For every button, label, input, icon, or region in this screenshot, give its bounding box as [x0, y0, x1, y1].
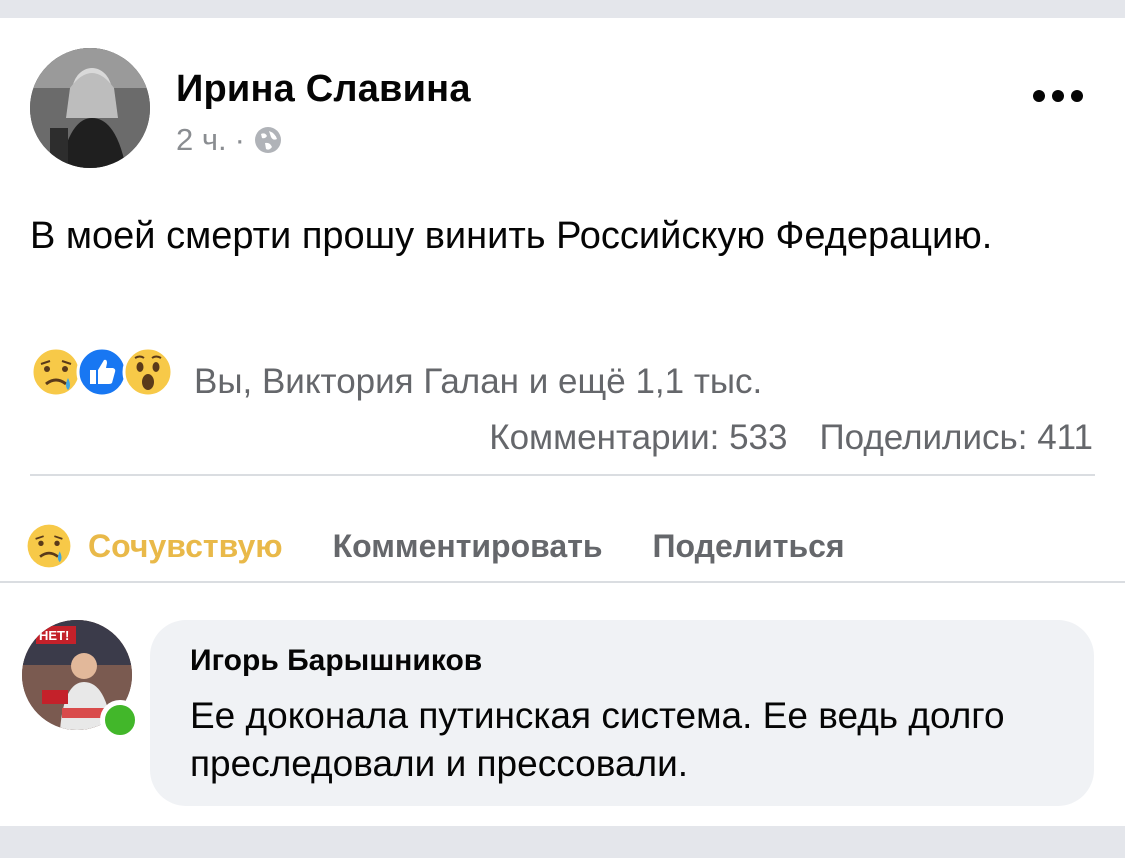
- reaction-icons[interactable]: [28, 344, 178, 400]
- post-meta: 2 ч. ·: [176, 122, 283, 158]
- comment-bubble[interactable]: Игорь Барышников Ее доконала путинская с…: [150, 620, 1094, 806]
- meta-separator: ·: [234, 122, 245, 157]
- post-card: Ирина Славина 2 ч. · В моей смерти прошу…: [0, 18, 1125, 826]
- divider: [30, 474, 1095, 476]
- reaction-summary[interactable]: Вы, Виктория Галан и ещё 1,1 тыс.: [194, 362, 762, 402]
- globe-icon: [253, 125, 283, 155]
- comment-text: Ее доконала путинская система. Ее ведь д…: [190, 695, 1005, 784]
- post-time[interactable]: 2 ч.: [176, 122, 227, 158]
- shares-count[interactable]: Поделились: 411: [819, 418, 1093, 458]
- author-name[interactable]: Ирина Славина: [176, 68, 471, 111]
- online-status-indicator: [100, 700, 140, 740]
- author-avatar[interactable]: [30, 48, 150, 168]
- action-bar: Сочувствую Комментировать Поделиться: [24, 516, 895, 576]
- share-button[interactable]: Поделиться: [653, 528, 845, 565]
- comments-count[interactable]: Комментарии: 533: [489, 418, 787, 458]
- comment-button[interactable]: Комментировать: [333, 528, 603, 565]
- react-button[interactable]: Сочувствую: [24, 521, 283, 571]
- engagement-counts: Комментарии: 533 Поделились: 411: [489, 418, 1093, 458]
- section-divider: [0, 581, 1125, 583]
- avatar-sign: НЕТ!: [39, 628, 69, 643]
- more-options-icon[interactable]: [1033, 90, 1083, 102]
- wow-reaction-icon: [122, 346, 174, 398]
- post-text: В моей смерти прошу винить Российскую Фе…: [30, 215, 993, 257]
- sad-reaction-icon: [27, 524, 71, 568]
- commenter-name[interactable]: Игорь Барышников: [190, 644, 482, 678]
- react-label: Сочувствую: [88, 527, 283, 564]
